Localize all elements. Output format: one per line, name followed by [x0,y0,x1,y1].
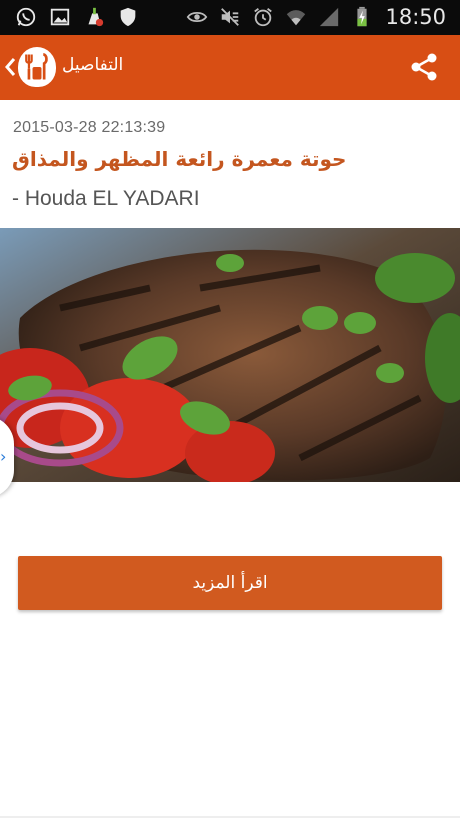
signal-icon [317,5,341,29]
eye-icon [185,5,209,29]
status-clock: 18:50 [385,5,446,29]
alarm-icon [251,5,275,29]
gallery-icon [48,5,72,29]
article-title: حوتة معمرة رائعة المظهر والمذاق [12,147,347,171]
article-author: - Houda EL YADARI [12,187,200,210]
page-title: التفاصيل [62,55,124,75]
cleaner-icon [82,5,106,29]
mute-icon [218,5,242,29]
shield-icon [116,5,140,29]
app-bar: التفاصيل [0,35,460,100]
article-date: 2015-03-28 22:13:39 [13,119,166,136]
read-more-button[interactable]: اقرأ المزيد [18,556,442,610]
chevron-right-icon: › [0,447,7,466]
status-bar: 18:50 [0,0,460,35]
wifi-icon [284,5,308,29]
whatsapp-icon [14,5,38,29]
battery-charging-icon [350,5,374,29]
article-image [0,228,460,482]
app-logo[interactable] [18,47,56,87]
chevron-left-icon[interactable] [3,56,17,78]
share-icon[interactable] [408,51,440,83]
